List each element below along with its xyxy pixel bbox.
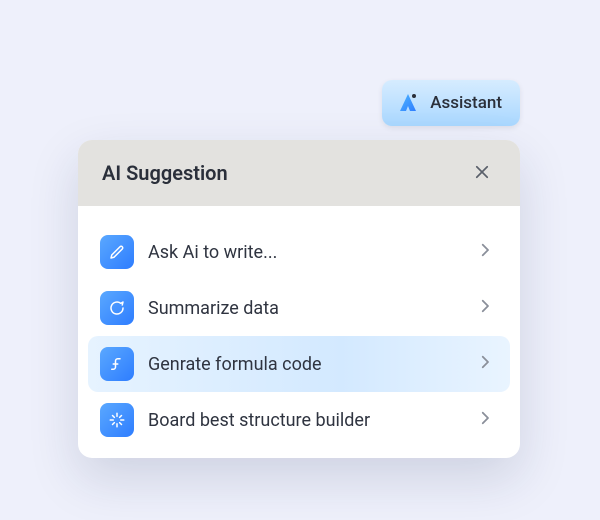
assistant-chip-label: Assistant (430, 93, 502, 113)
suggestion-item-generate-formula[interactable]: Genrate formula code (88, 336, 510, 392)
suggestion-item-label: Board best structure builder (148, 410, 462, 431)
chevron-right-icon (476, 297, 494, 319)
assistant-chip[interactable]: Assistant (382, 80, 520, 126)
chevron-right-icon (476, 353, 494, 375)
suggestion-item-summarize-data[interactable]: Summarize data (88, 280, 510, 336)
panel-header: AI Suggestion (78, 140, 520, 206)
suggestion-list: Ask Ai to write... Summarize data (78, 206, 520, 458)
suggestion-item-ask-ai-write[interactable]: Ask Ai to write... (88, 224, 510, 280)
function-icon (100, 347, 134, 381)
ai-suggestion-panel: AI Suggestion Ask Ai to write... (78, 140, 520, 458)
panel-title: AI Suggestion (102, 161, 228, 185)
close-button[interactable] (468, 159, 496, 187)
sparkle-icon (100, 403, 134, 437)
suggestion-item-label: Summarize data (148, 298, 462, 319)
suggestion-item-board-structure[interactable]: Board best structure builder (88, 392, 510, 448)
suggestion-item-label: Ask Ai to write... (148, 242, 462, 263)
assistant-logo-icon (396, 91, 420, 115)
chevron-right-icon (476, 241, 494, 263)
close-icon (473, 163, 491, 184)
suggestion-item-label: Genrate formula code (148, 354, 462, 375)
chevron-right-icon (476, 409, 494, 431)
pencil-icon (100, 235, 134, 269)
chat-icon (100, 291, 134, 325)
